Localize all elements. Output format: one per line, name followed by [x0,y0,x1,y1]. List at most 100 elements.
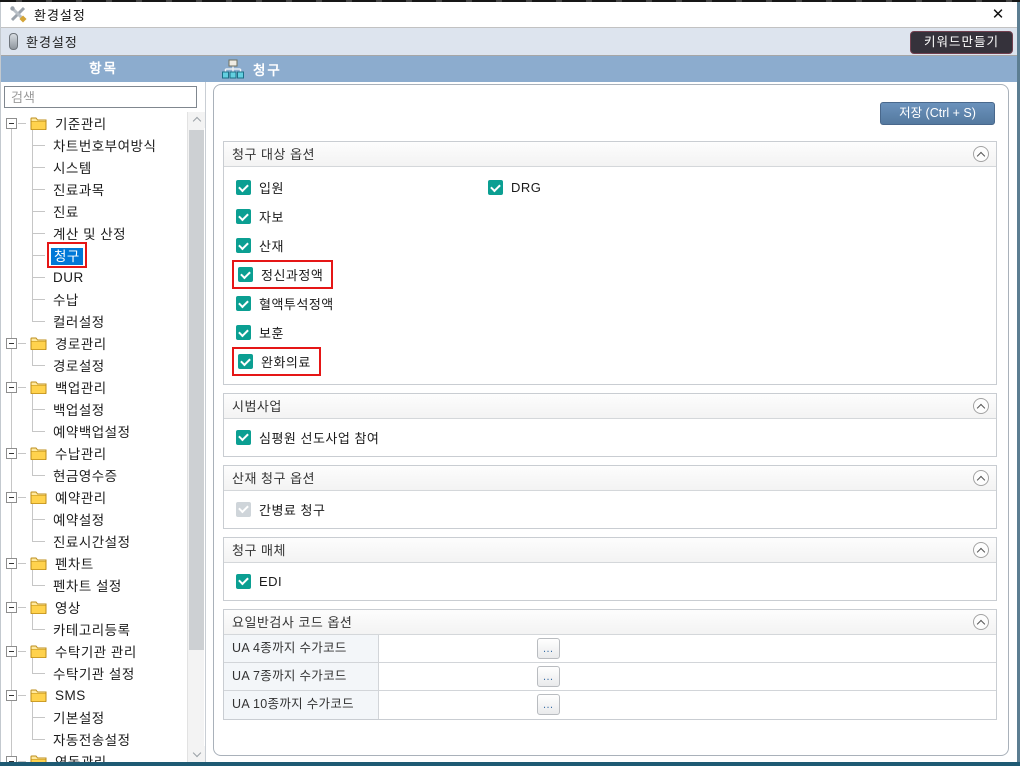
close-icon[interactable]: ✕ [987,5,1009,25]
tree-expander-icon[interactable] [6,646,17,657]
tree-item-label[interactable]: 기준관리 [52,112,110,134]
tree-item-label[interactable]: 시스템 [50,156,95,178]
tree-item-수납관리[interactable]: 수납관리 [1,442,187,464]
tree-item-경로설정[interactable]: 경로설정 [1,354,187,376]
checkbox-보훈[interactable]: 보훈 [236,323,284,342]
tree-item-label[interactable]: 진료과목 [50,178,108,200]
tree-item-자동전송설정[interactable]: 자동전송설정 [1,728,187,750]
tree-expander-icon[interactable] [6,690,17,701]
tree-item-label[interactable]: 영상 [52,596,84,618]
collapse-chevron-icon[interactable] [973,470,989,486]
make-keyword-button[interactable]: 키워드만들기 [910,31,1013,54]
tree-item-label[interactable]: 펜차트 [52,552,97,574]
collapse-chevron-icon[interactable] [973,542,989,558]
tree-item-기본설정[interactable]: 기본설정 [1,706,187,728]
checkbox-icon[interactable] [238,354,253,369]
tree-item-백업관리[interactable]: 백업관리 [1,376,187,398]
tree-item-진료시간설정[interactable]: 진료시간설정 [1,530,187,552]
checkbox-완화의료[interactable]: 완화의료 [232,347,321,376]
tree-item-펜차트-설정[interactable]: 펜차트 설정 [1,574,187,596]
code-value-field[interactable] [379,635,537,662]
tree-item-label[interactable]: 예약설정 [50,508,108,530]
tree-item-수납[interactable]: 수납 [1,288,187,310]
checkbox-EDI[interactable]: EDI [236,574,282,589]
browse-button[interactable]: … [537,694,560,715]
tree-item-label[interactable]: 수탁기관 관리 [52,640,140,662]
checkbox-icon[interactable] [238,267,253,282]
checkbox-입원[interactable]: 입원 [236,178,488,197]
checkbox-정신과정액[interactable]: 정신과정액 [232,260,333,289]
tree-item-label[interactable]: 자동전송설정 [50,728,134,750]
tree-item-label[interactable]: SMS [52,687,89,704]
tree-item-백업설정[interactable]: 백업설정 [1,398,187,420]
browse-button[interactable]: … [537,666,560,687]
browse-button[interactable]: … [537,638,560,659]
tree-item-펜차트[interactable]: 펜차트 [1,552,187,574]
tree-scrollbar[interactable] [187,112,204,762]
tree-item-label[interactable]: 기본설정 [50,706,108,728]
code-value-field[interactable] [379,663,537,690]
collapse-chevron-icon[interactable] [973,614,989,630]
scroll-down-icon[interactable] [188,746,205,762]
tree-item-경로관리[interactable]: 경로관리 [1,332,187,354]
tree-expander-icon[interactable] [6,756,17,763]
save-button[interactable]: 저장 (Ctrl + S) [880,102,995,125]
tree-item-카테고리등록[interactable]: 카테고리등록 [1,618,187,640]
tree-item-연동관리[interactable]: 연동관리 [1,750,187,762]
tree-item-수탁기관-설정[interactable]: 수탁기관 설정 [1,662,187,684]
tree-item-차트번호부여방식[interactable]: 차트번호부여방식 [1,134,187,156]
checkbox-icon[interactable] [236,180,251,195]
tree-item-label[interactable]: 차트번호부여방식 [50,134,159,156]
tree-item-label[interactable]: 경로설정 [50,354,108,376]
tree-item-label[interactable]: 수납관리 [52,442,110,464]
tree-item-label[interactable]: 컬러설정 [50,310,108,332]
checkbox-icon[interactable] [236,502,251,517]
tree-item-예약관리[interactable]: 예약관리 [1,486,187,508]
checkbox-산재[interactable]: 산재 [236,236,284,255]
code-value-field[interactable] [379,691,537,719]
tree-item-label[interactable]: 수탁기관 설정 [50,662,138,684]
tree-item-컬러설정[interactable]: 컬러설정 [1,310,187,332]
tree-item-label[interactable]: 백업관리 [52,376,110,398]
tree-item-label[interactable]: 카테고리등록 [50,618,134,640]
tree-expander-icon[interactable] [6,448,17,459]
tree-item-SMS[interactable]: SMS [1,684,187,706]
tree-item-label[interactable]: 백업설정 [50,398,108,420]
scrollbar-thumb[interactable] [189,130,204,650]
tree-item-수탁기관-관리[interactable]: 수탁기관 관리 [1,640,187,662]
tree-item-기준관리[interactable]: 기준관리 [1,112,187,134]
tree-item-예약설정[interactable]: 예약설정 [1,508,187,530]
tree-item-label[interactable]: 진료 [50,200,82,222]
checkbox-심평원-선도사업-참여[interactable]: 심평원 선도사업 참여 [236,428,379,447]
tree-item-영상[interactable]: 영상 [1,596,187,618]
collapse-chevron-icon[interactable] [973,146,989,162]
checkbox-icon[interactable] [236,209,251,224]
tree-item-청구[interactable]: 청구 [1,244,187,266]
checkbox-혈액투석정액[interactable]: 혈액투석정액 [236,294,334,313]
tree-item-label[interactable]: 진료시간설정 [50,530,134,552]
checkbox-자보[interactable]: 자보 [236,207,284,226]
checkbox-icon[interactable] [236,296,251,311]
checkbox-icon[interactable] [236,325,251,340]
tree-expander-icon[interactable] [6,338,17,349]
tree-item-label[interactable]: 예약백업설정 [50,420,134,442]
checkbox-icon[interactable] [488,180,503,195]
tree-item-label[interactable]: 예약관리 [52,486,110,508]
tree-item-label[interactable]: 연동관리 [52,750,110,762]
checkbox-icon[interactable] [236,430,251,445]
checkbox-icon[interactable] [236,574,251,589]
tree-item-label[interactable]: 경로관리 [52,332,110,354]
tree-item-label[interactable]: 수납 [50,288,82,310]
tree-item-label[interactable]: 현금영수증 [50,464,121,486]
tree-expander-icon[interactable] [6,118,17,129]
checkbox-DRG[interactable]: DRG [488,180,541,195]
search-input[interactable] [4,86,197,108]
tree-item-현금영수증[interactable]: 현금영수증 [1,464,187,486]
collapse-chevron-icon[interactable] [973,398,989,414]
tree-expander-icon[interactable] [6,602,17,613]
tree-item-label[interactable]: 계산 및 산정 [50,222,129,244]
checkbox-간병료-청구[interactable]: 간병료 청구 [236,500,325,519]
tree-item-진료과목[interactable]: 진료과목 [1,178,187,200]
checkbox-icon[interactable] [236,238,251,253]
tree-expander-icon[interactable] [6,558,17,569]
